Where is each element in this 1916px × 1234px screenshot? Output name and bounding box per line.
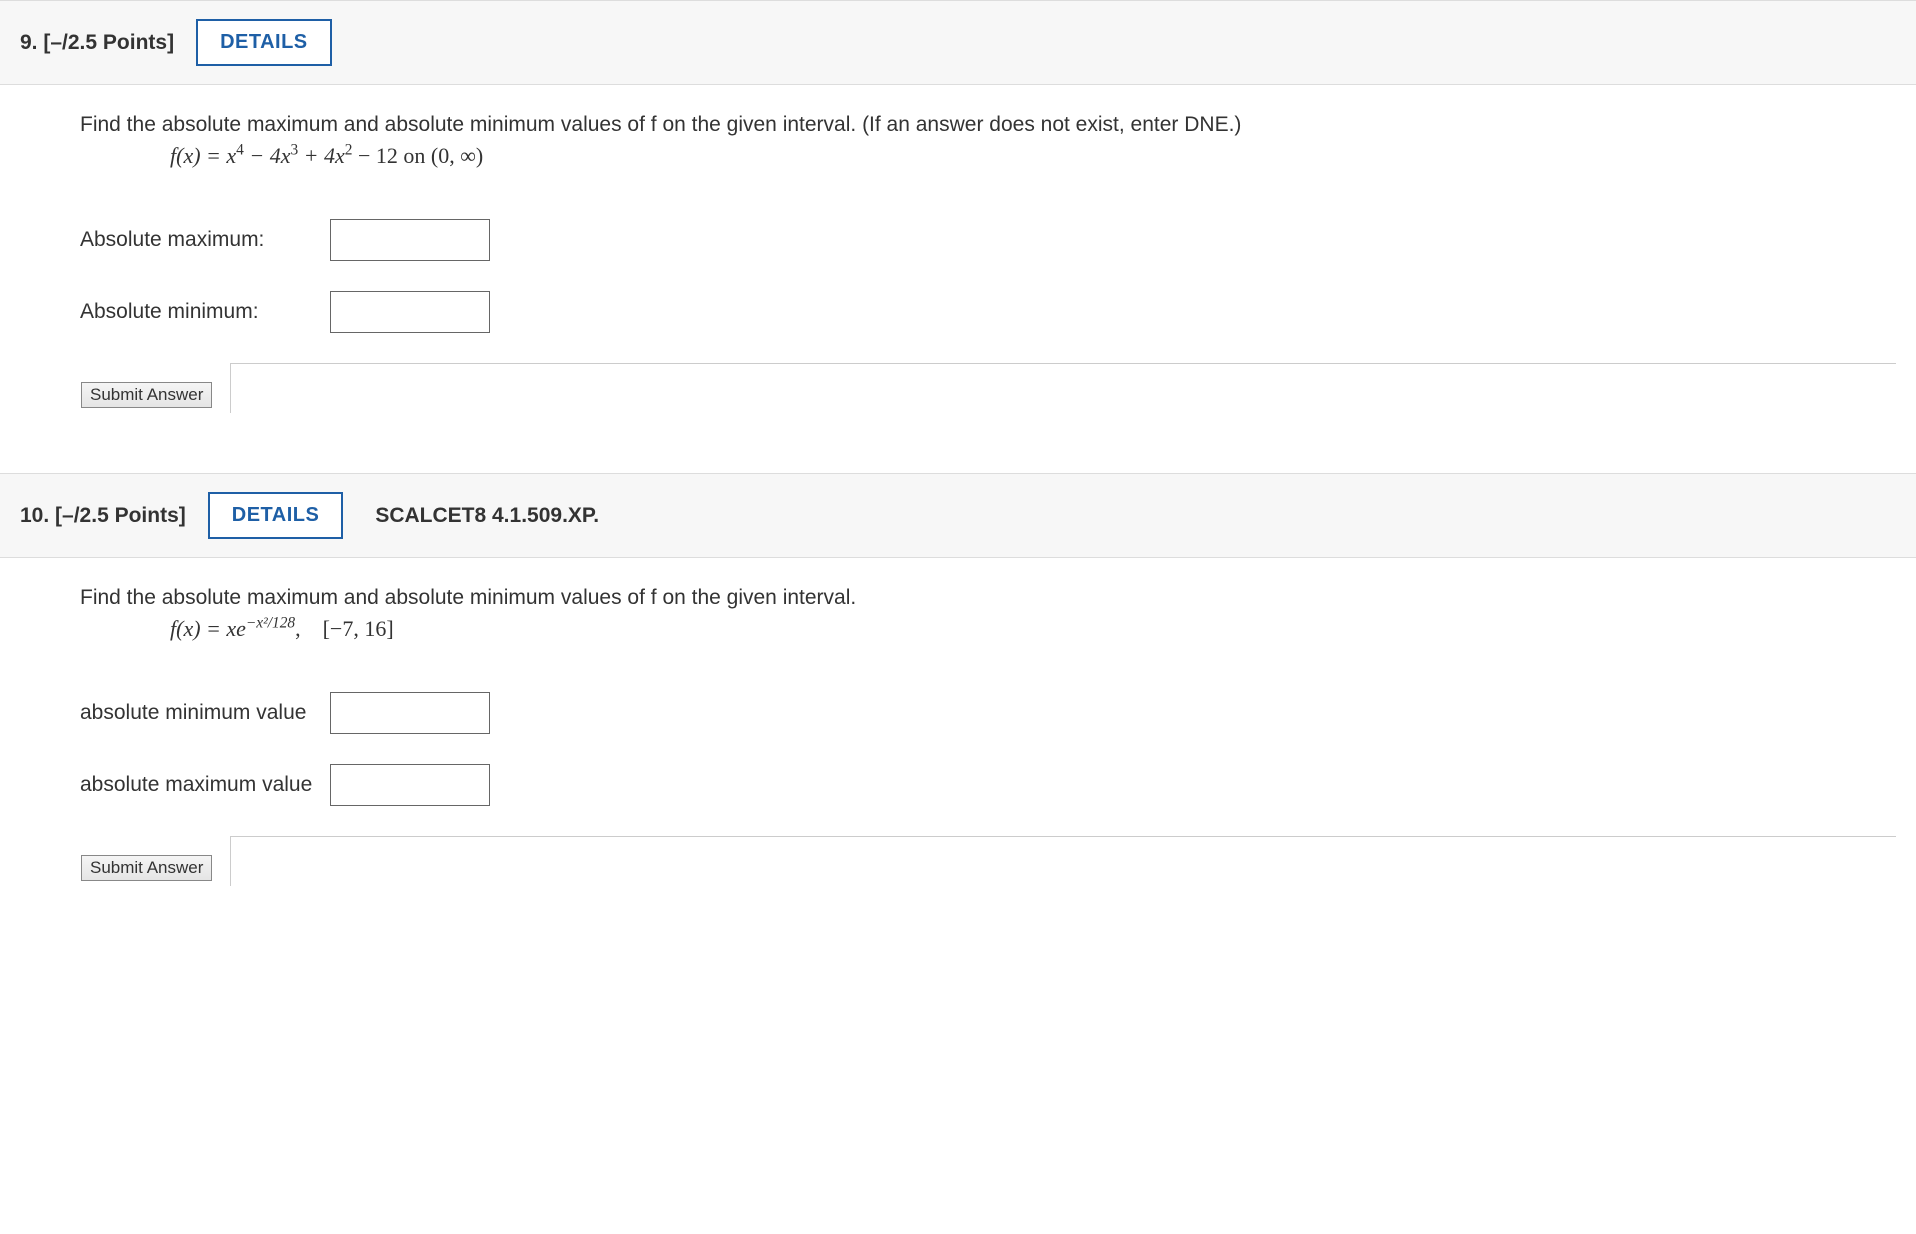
absolute-maximum-input[interactable]: [330, 219, 490, 261]
answer-label: Absolute minimum:: [80, 300, 330, 324]
question-9: 9. [–/2.5 Points] DETAILS Find the absol…: [0, 0, 1916, 413]
formula-part: f(x) = xe: [170, 616, 246, 641]
submit-area: Submit Answer: [230, 363, 1896, 413]
question-body: Find the absolute maximum and absolute m…: [0, 85, 1916, 413]
absolute-maximum-value-input[interactable]: [330, 764, 490, 806]
details-button[interactable]: DETAILS: [196, 19, 332, 66]
formula-exp: −x²/128: [246, 615, 295, 632]
question-10: 10. [–/2.5 Points] DETAILS SCALCET8 4.1.…: [0, 473, 1916, 886]
answer-row-absolute-minimum-value: absolute minimum value: [80, 692, 1896, 734]
question-number-points: 9. [–/2.5 Points]: [20, 31, 174, 55]
question-formula: f(x) = x4 − 4x3 + 4x2 − 12 on (0, ∞): [80, 143, 1896, 169]
question-body: Find the absolute maximum and absolute m…: [0, 558, 1916, 886]
details-button[interactable]: DETAILS: [208, 492, 344, 539]
question-number-points: 10. [–/2.5 Points]: [20, 504, 186, 528]
answer-row-absolute-maximum-value: absolute maximum value: [80, 764, 1896, 806]
question-prompt: Find the absolute maximum and absolute m…: [80, 586, 1896, 610]
question-formula: f(x) = xe−x²/128, [−7, 16]: [80, 616, 1896, 642]
question-number: 10.: [20, 504, 49, 527]
submit-answer-button[interactable]: Submit Answer: [81, 855, 212, 881]
submit-area: Submit Answer: [230, 836, 1896, 886]
question-reference: SCALCET8 4.1.509.XP.: [375, 504, 599, 528]
formula-part: − 4x: [244, 143, 291, 168]
formula-exp: 4: [236, 142, 244, 159]
answer-label: Absolute maximum:: [80, 228, 330, 252]
points-label: [–/2.5 Points]: [55, 504, 186, 527]
points-label: [–/2.5 Points]: [43, 31, 174, 54]
formula-exp: 2: [345, 142, 353, 159]
absolute-minimum-input[interactable]: [330, 291, 490, 333]
formula-part: + 4x: [298, 143, 345, 168]
formula-part: − 12 on (0, ∞): [353, 143, 484, 168]
answer-label: absolute minimum value: [80, 701, 330, 725]
question-header: 10. [–/2.5 Points] DETAILS SCALCET8 4.1.…: [0, 474, 1916, 558]
answer-label: absolute maximum value: [80, 773, 330, 797]
submit-answer-button[interactable]: Submit Answer: [81, 382, 212, 408]
answer-row-absolute-maximum: Absolute maximum:: [80, 219, 1896, 261]
formula-part: f(x) = x: [170, 143, 236, 168]
question-prompt: Find the absolute maximum and absolute m…: [80, 113, 1896, 137]
answer-row-absolute-minimum: Absolute minimum:: [80, 291, 1896, 333]
absolute-minimum-value-input[interactable]: [330, 692, 490, 734]
question-number: 9.: [20, 31, 38, 54]
formula-part: , [−7, 16]: [295, 616, 394, 641]
question-header: 9. [–/2.5 Points] DETAILS: [0, 1, 1916, 85]
